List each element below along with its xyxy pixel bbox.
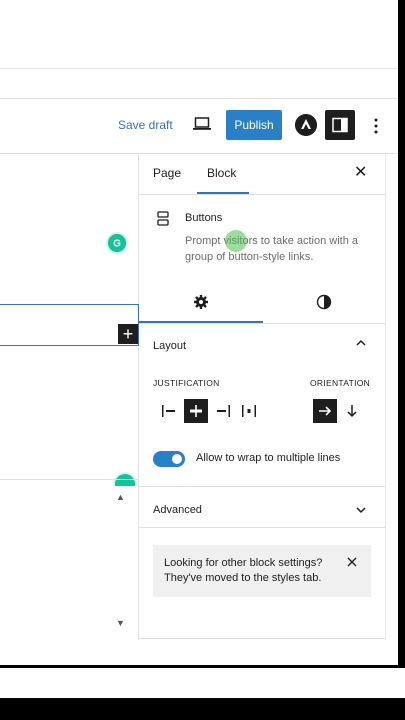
layout-panel-title[interactable]: Layout: [153, 340, 186, 352]
toggle-knob: [172, 454, 182, 464]
sidebar-bottom-border: [139, 638, 385, 639]
panel-divider: [139, 486, 385, 487]
subtabs-divider: [139, 323, 385, 324]
justify-center-button[interactable]: [184, 399, 208, 423]
astra-logo-icon[interactable]: [295, 114, 317, 136]
buttons-block-icon: [157, 211, 169, 226]
settings-gear-icon[interactable]: [193, 294, 209, 310]
editor-toolbar: Save draft Publish: [0, 98, 398, 154]
chevron-up-icon[interactable]: [355, 338, 367, 348]
tab-page[interactable]: Page: [153, 166, 181, 180]
sidebar-icon: [332, 117, 348, 133]
add-block-button[interactable]: +: [118, 324, 138, 344]
notice-text: Looking for other block settings? They'v…: [164, 557, 323, 584]
chevron-down-icon[interactable]: [355, 505, 367, 515]
cursor-highlight: [225, 230, 247, 252]
svg-text:G: G: [113, 238, 121, 249]
justify-space-between-icon: [242, 405, 256, 417]
justify-center-icon: [190, 405, 202, 417]
justify-left-icon: [162, 405, 175, 417]
tab-block[interactable]: Block: [207, 166, 236, 180]
arrow-right-icon: [319, 406, 332, 416]
settings-sidebar-toggle-button[interactable]: [325, 110, 355, 140]
orientation-label: ORIENTATION: [310, 378, 371, 388]
styles-contrast-icon[interactable]: [316, 294, 332, 310]
scrollbar[interactable]: [385, 154, 398, 640]
styles-moved-notice: Looking for other block settings? They'v…: [153, 545, 371, 597]
grammarly-icon[interactable]: G: [106, 232, 128, 254]
wrap-toggle-label[interactable]: Allow to wrap to multiple lines: [196, 452, 340, 464]
justification-label: JUSTIFICATION: [153, 378, 220, 388]
save-draft-button[interactable]: Save draft: [118, 118, 173, 132]
taskbar-area: [0, 668, 405, 698]
editor-canvas: G + ▲ ▼: [0, 154, 139, 640]
close-icon[interactable]: ✕: [354, 162, 367, 182]
tabs-divider: [139, 194, 385, 195]
preview-icon[interactable]: [193, 117, 211, 131]
block-title: Buttons: [185, 212, 223, 224]
top-divider: [0, 68, 398, 69]
block-settings-sidebar: Page Block ✕ Buttons Prompt visitors to …: [139, 154, 385, 640]
wrap-toggle[interactable]: [153, 451, 185, 467]
publish-button[interactable]: Publish: [226, 110, 282, 140]
justify-left-button[interactable]: [157, 399, 181, 423]
screen-edge: [398, 0, 405, 720]
top-area: [0, 0, 398, 98]
arrow-down-icon: [347, 405, 357, 418]
move-down-icon[interactable]: ▼: [116, 618, 125, 628]
orientation-horizontal-button[interactable]: [313, 399, 337, 423]
editor-frame: Save draft Publish G + ▲ ▼ Page Block ✕ …: [0, 0, 398, 665]
orientation-vertical-button[interactable]: [340, 399, 364, 423]
advanced-panel-title[interactable]: Advanced: [153, 504, 202, 516]
canvas-lower-panel: ▲ ▼: [0, 479, 139, 640]
panel-divider: [139, 527, 385, 528]
justify-right-icon: [217, 405, 230, 417]
block-description: Prompt visitors to take action with a gr…: [185, 235, 359, 263]
close-notice-icon[interactable]: [346, 556, 358, 568]
more-options-icon[interactable]: [370, 117, 382, 135]
justify-right-button[interactable]: [211, 399, 235, 423]
move-up-icon[interactable]: ▲: [116, 492, 125, 502]
justify-space-between-button[interactable]: [237, 399, 261, 423]
